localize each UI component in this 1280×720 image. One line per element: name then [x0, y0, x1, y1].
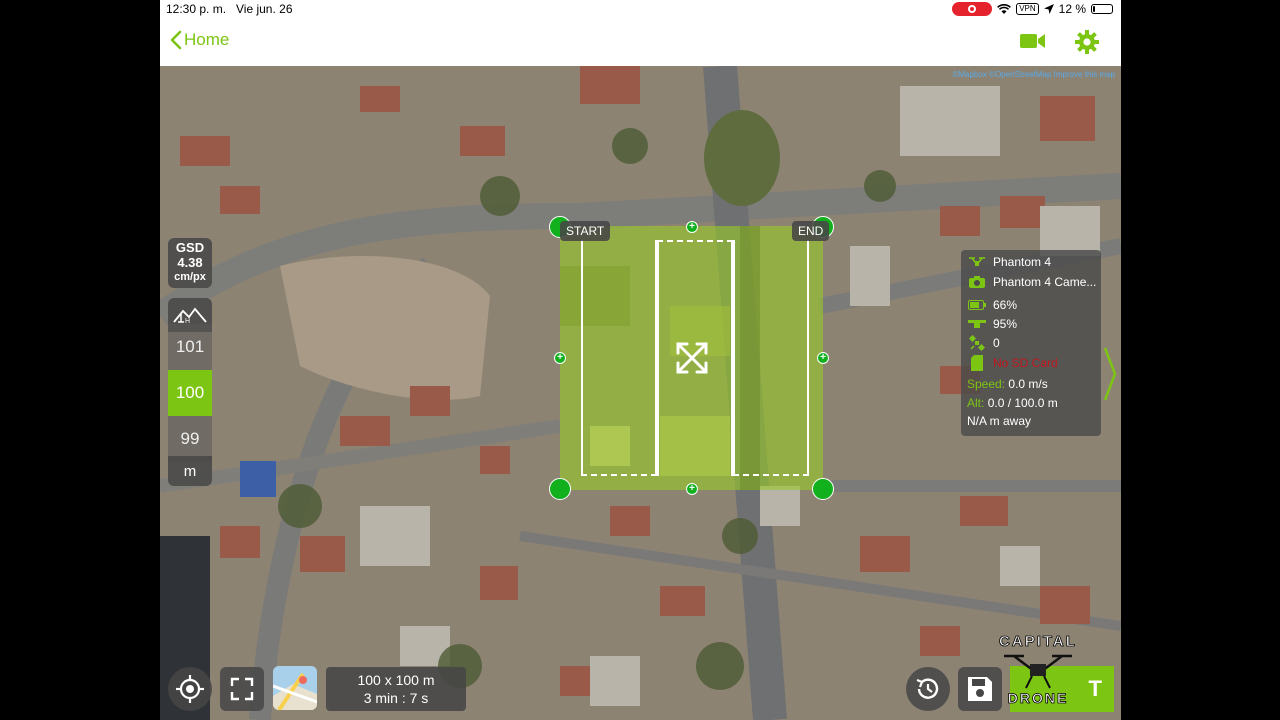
alt-label: Alt:: [967, 396, 985, 410]
satellite-count: 0: [993, 336, 1000, 350]
locate-button[interactable]: [168, 667, 212, 711]
distance-row: N/A m away: [967, 414, 1031, 428]
home-label: Home: [184, 30, 230, 49]
watermark-top-text: CAPITAL: [999, 633, 1077, 650]
end-marker-label: END: [792, 221, 830, 241]
survey-area[interactable]: [560, 226, 823, 490]
aircraft-name: Phantom 4: [993, 255, 1052, 269]
wifi-icon: [997, 3, 1012, 14]
flight-pass-3: [733, 240, 809, 476]
mission-duration: 3 min : 7 s: [363, 690, 429, 706]
sd-card-status: No SD Card: [993, 356, 1058, 370]
drone-icon: [969, 257, 985, 266]
gsd-readout: GSD 4.38 cm/px: [168, 238, 212, 288]
gsd-unit: cm/px: [174, 271, 206, 283]
map-thumbnail-icon: [273, 666, 317, 710]
edge-add-handle-left[interactable]: +: [554, 352, 566, 364]
start-marker-label: START: [560, 221, 611, 241]
mission-size: 100 x 100 m: [357, 672, 435, 688]
ipad-screen: 12:30 p. m. Vie jun. 26 VPN 12 % Home ©M…: [160, 0, 1121, 720]
settings-button[interactable]: [1074, 29, 1100, 60]
map-style-button[interactable]: [273, 666, 317, 710]
alt-row: Alt: 0.0 / 100.0 m: [967, 396, 1058, 410]
map-attribution[interactable]: ©Mapbox ©OpenStreetMap Improve this map: [952, 70, 1115, 79]
corner-handle-bottom-right[interactable]: [812, 478, 834, 500]
fit-area-button[interactable]: [220, 667, 264, 711]
crosshair-icon: [176, 675, 204, 703]
distance-value: N/A m away: [967, 414, 1032, 428]
gsd-label: GSD: [175, 240, 205, 255]
home-back-button[interactable]: Home: [170, 30, 229, 50]
satellite-map[interactable]: ©Mapbox ©OpenStreetMap Improve this map …: [160, 66, 1121, 720]
edge-add-handle-right[interactable]: +: [817, 352, 829, 364]
flight-pass-1: [581, 240, 657, 476]
floppy-disk-icon: [968, 677, 992, 701]
mountain-altitude-icon: H: [173, 307, 207, 324]
status-date: Vie jun. 26: [236, 2, 293, 16]
camera-icon: [969, 276, 985, 288]
vpn-badge: VPN: [1016, 3, 1039, 15]
status-bar: 12:30 p. m. Vie jun. 26 VPN 12 %: [160, 0, 1121, 20]
speed-row: Speed: 0.0 m/s: [967, 377, 1048, 391]
history-icon: [916, 678, 939, 699]
sd-card-icon: [971, 355, 983, 371]
gear-icon: [1075, 30, 1099, 54]
signal-row: 95%: [967, 317, 1017, 331]
watermark-bottom-text: DRONE: [1008, 690, 1069, 706]
status-right: VPN 12 %: [952, 2, 1113, 16]
nav-bar: Home: [160, 20, 1121, 66]
status-time: 12:30 p. m.: [166, 2, 227, 16]
mission-summary: 100 x 100 m 3 min : 7 s: [326, 667, 466, 711]
edge-add-handle-top[interactable]: +: [686, 221, 698, 233]
altitude-option-selected[interactable]: 100: [168, 370, 212, 416]
screen-recording-icon[interactable]: [952, 2, 993, 16]
battery-row: 66%: [967, 298, 1017, 312]
capital-drone-watermark: CAPITAL DRONE: [999, 633, 1077, 706]
chevron-left-icon: [170, 30, 182, 50]
video-camera-icon: [1020, 34, 1045, 48]
camera-name: Phantom 4 Came...: [993, 275, 1097, 289]
speed-label: Speed:: [967, 377, 1006, 391]
sd-card-row: No SD Card: [967, 355, 1058, 371]
battery-icon: [1091, 4, 1113, 14]
edge-add-handle-bottom[interactable]: +: [686, 483, 698, 495]
corner-handle-bottom-left[interactable]: [549, 478, 571, 500]
video-camera-button[interactable]: [1020, 32, 1046, 55]
location-arrow-icon: [1043, 4, 1054, 14]
battery-value: 66%: [993, 298, 1018, 312]
telemetry-panel[interactable]: Phantom 4 Phantom 4 Came... 66% 95% 0 No…: [961, 250, 1101, 436]
aircraft-battery-icon: [968, 300, 986, 310]
remote-signal-icon: [968, 320, 986, 328]
speed-value: 0.0 m/s: [1008, 377, 1048, 391]
altitude-option-above[interactable]: 101: [168, 324, 212, 370]
gsd-value: 4.38: [177, 255, 203, 270]
alt-value: 0.0 / 100.0 m: [987, 396, 1058, 410]
chevron-right-icon[interactable]: [1103, 346, 1117, 402]
satellite-icon: [969, 335, 985, 351]
signal-value: 95%: [993, 317, 1018, 331]
battery-percent: 12 %: [1058, 2, 1086, 16]
reset-button[interactable]: [906, 667, 950, 711]
move-arrows-icon[interactable]: [674, 340, 710, 376]
altitude-unit: m: [168, 456, 212, 486]
satellite-row: 0: [967, 335, 1000, 351]
camera-row: Phantom 4 Came...: [967, 275, 1096, 289]
aircraft-row: Phantom 4: [967, 255, 1051, 269]
fullscreen-icon: [230, 677, 254, 701]
